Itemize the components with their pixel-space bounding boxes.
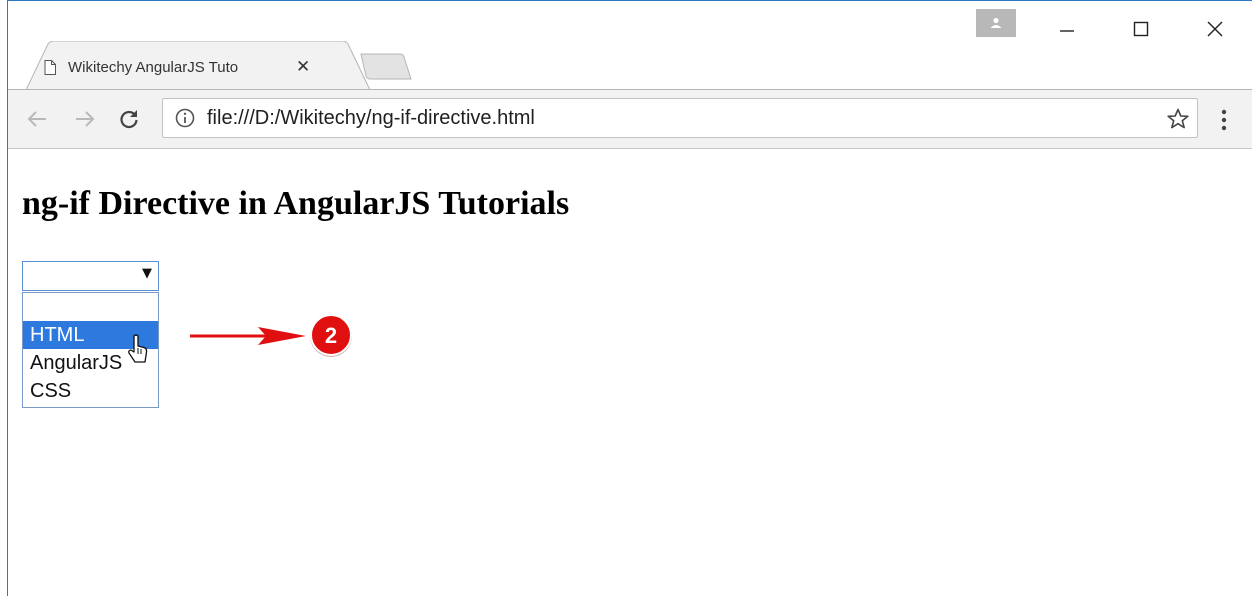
minimize-icon xyxy=(1060,30,1074,32)
dropdown-arrow-icon: ▼ xyxy=(142,266,152,281)
info-icon[interactable] xyxy=(175,108,195,128)
new-tab-button[interactable] xyxy=(360,53,412,80)
page-title: ng-if Directive in AngularJS Tutorials xyxy=(22,185,570,222)
option-empty[interactable] xyxy=(23,293,158,321)
profile-button[interactable] xyxy=(976,9,1016,37)
language-select[interactable]: ▼ xyxy=(22,261,159,291)
mouse-cursor-icon xyxy=(128,334,148,363)
back-button[interactable] xyxy=(22,104,52,134)
page-icon xyxy=(44,59,56,75)
bookmark-star-icon[interactable] xyxy=(1167,108,1189,130)
active-tab[interactable]: Wikitechy AngularJS Tuto ✕ xyxy=(36,45,348,89)
tab-close-icon[interactable]: ✕ xyxy=(296,58,310,76)
tab-title: Wikitechy AngularJS Tuto xyxy=(68,58,239,76)
reload-button[interactable] xyxy=(114,104,144,134)
forward-arrow-icon xyxy=(76,111,95,127)
address-bar[interactable]: file:///D:/Wikitechy/ng-if-directive.htm… xyxy=(162,98,1198,138)
page-viewport: ng-if Directive in AngularJS Tutorials ▼… xyxy=(8,149,1252,597)
step-badge: 2 xyxy=(310,314,352,357)
kebab-menu-icon[interactable] xyxy=(1214,106,1234,134)
annotation-arrow-icon xyxy=(190,327,306,345)
back-arrow-icon xyxy=(27,111,46,127)
person-icon xyxy=(990,17,1002,28)
close-icon xyxy=(1207,21,1223,37)
step-number: 2 xyxy=(325,323,337,348)
maximize-icon xyxy=(1133,21,1149,37)
maximize-button[interactable] xyxy=(1118,15,1164,43)
option-css[interactable]: CSS xyxy=(23,377,158,405)
title-bar: Wikitechy AngularJS Tuto ✕ xyxy=(8,1,1252,91)
url-text: file:///D:/Wikitechy/ng-if-directive.htm… xyxy=(207,106,535,129)
close-window-button[interactable] xyxy=(1192,15,1238,43)
reload-icon xyxy=(120,110,138,129)
forward-button[interactable] xyxy=(70,104,100,134)
browser-window: Wikitechy AngularJS Tuto ✕ file:///D:/Wi… xyxy=(7,0,1252,597)
minimize-button[interactable] xyxy=(1044,15,1090,43)
browser-toolbar: file:///D:/Wikitechy/ng-if-directive.htm… xyxy=(8,89,1252,149)
